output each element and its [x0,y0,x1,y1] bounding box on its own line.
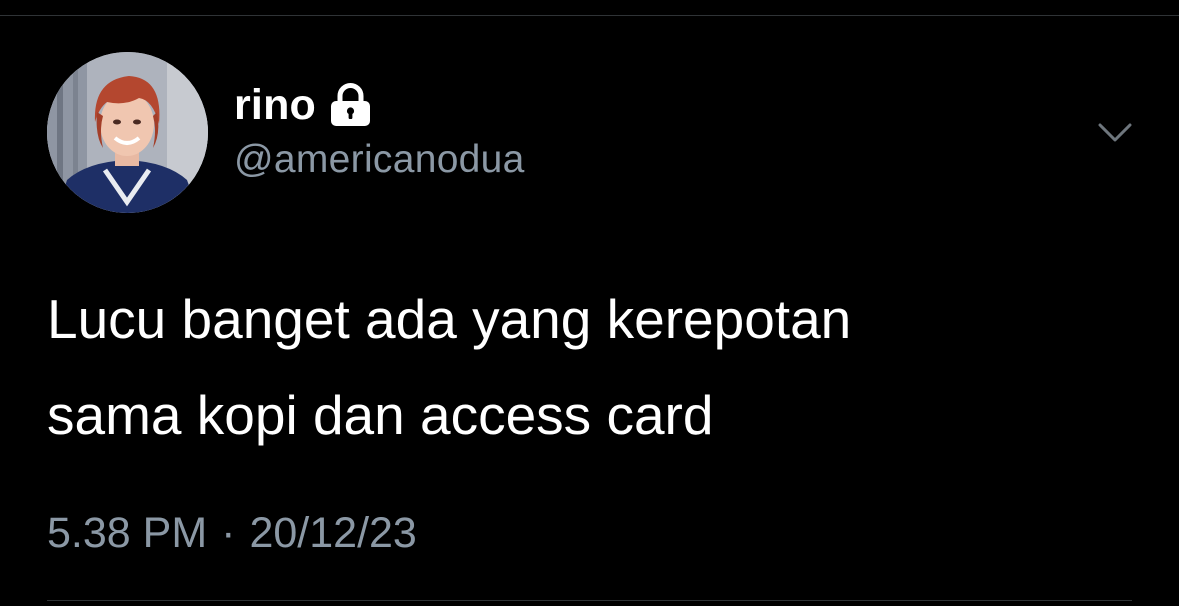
bottom-divider [47,600,1132,601]
profile-photo [47,52,208,213]
top-divider [0,15,1179,16]
lock-icon [331,83,371,126]
meta-separator: · [221,509,236,557]
tweet-text-line: sama kopi dan access card [47,384,714,446]
tweet-time: 5.38 PM [47,509,208,557]
tweet-text-line: Lucu banget ada yang kerepotan [47,288,852,350]
user-handle[interactable]: @americanodua [234,138,525,182]
avatar[interactable] [47,52,208,213]
chevron-down-icon[interactable] [1096,118,1134,146]
tweet-timestamp[interactable]: 5.38 PM · 20/12/23 [47,509,417,558]
tweet-text: Lucu banget ada yang kerepotan sama kopi… [47,271,1132,463]
display-name[interactable]: rino [234,81,316,130]
tweet-date: 20/12/23 [249,509,417,557]
display-name-row: rino [234,79,373,131]
